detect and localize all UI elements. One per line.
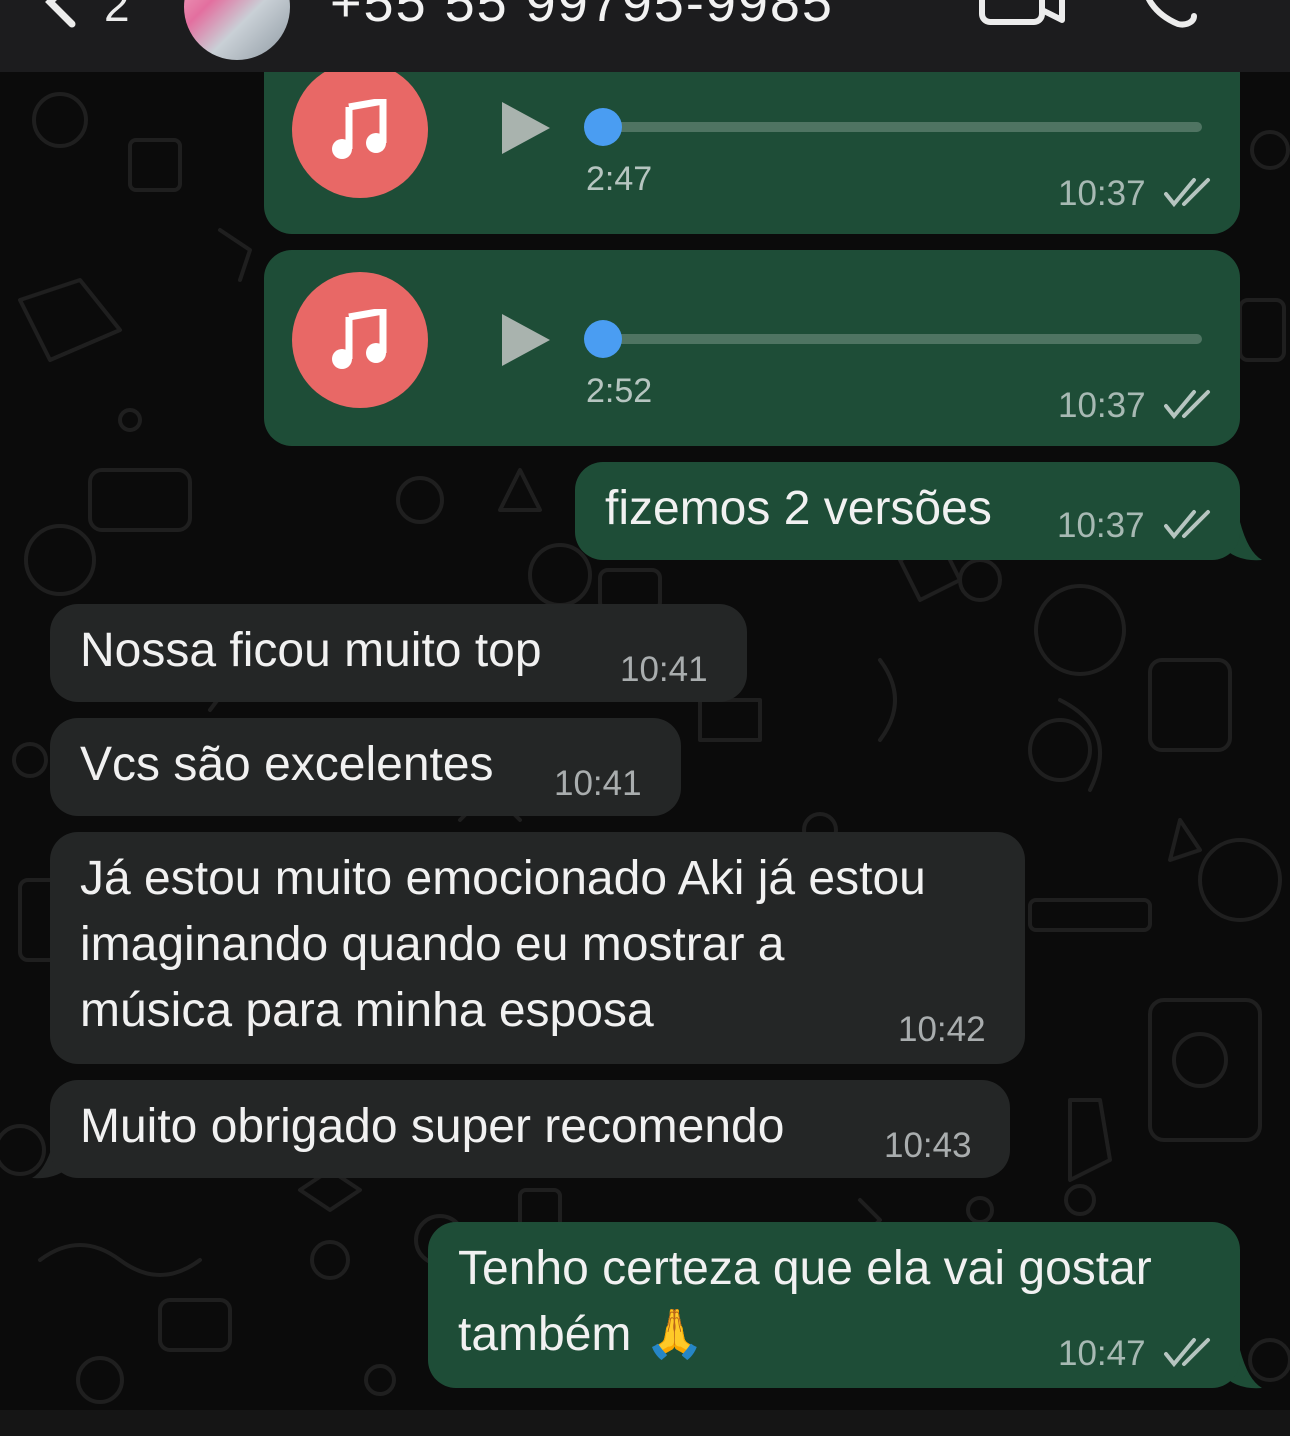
message-time: 10:42 bbox=[898, 1010, 986, 1049]
play-icon[interactable] bbox=[500, 312, 552, 368]
message-text: fizemos 2 versões bbox=[605, 482, 992, 535]
music-note-icon bbox=[292, 272, 428, 408]
message-text: Vcs são excelentes bbox=[80, 738, 494, 791]
video-call-icon[interactable] bbox=[978, 0, 1068, 32]
phone-call-icon[interactable] bbox=[1138, 0, 1200, 36]
audio-duration: 2:47 bbox=[586, 160, 653, 198]
audio-progress-track[interactable] bbox=[602, 122, 1202, 132]
audio-scrubber[interactable] bbox=[584, 320, 622, 358]
chat-header: 2 +55 55 99795-9985 bbox=[0, 0, 1290, 72]
message-time: 10:41 bbox=[554, 764, 642, 803]
text-message[interactable]: Nossa ficou muito top 10:41 bbox=[50, 604, 747, 702]
double-check-icon bbox=[1164, 390, 1210, 420]
message-time: 10:37 bbox=[1058, 386, 1146, 425]
bottom-bar bbox=[0, 1410, 1290, 1436]
message-time: 10:43 bbox=[884, 1126, 972, 1165]
double-check-icon bbox=[1164, 178, 1210, 208]
unread-count[interactable]: 2 bbox=[104, 0, 130, 32]
audio-progress-track[interactable] bbox=[602, 334, 1202, 344]
contact-number[interactable]: +55 55 99795-9985 bbox=[330, 0, 834, 34]
audio-message[interactable]: 2:52 10:37 bbox=[264, 250, 1240, 446]
message-time: 10:41 bbox=[620, 650, 708, 689]
message-time: 10:47 bbox=[1058, 1334, 1146, 1373]
play-icon[interactable] bbox=[500, 100, 552, 156]
message-time: 10:37 bbox=[1057, 506, 1145, 545]
message-time: 10:37 bbox=[1058, 174, 1146, 213]
message-text: Muito obrigado super recomendo bbox=[80, 1100, 785, 1153]
contact-avatar[interactable] bbox=[184, 0, 290, 60]
message-text: Nossa ficou muito top bbox=[80, 624, 542, 677]
audio-duration: 2:52 bbox=[586, 372, 653, 410]
text-message[interactable]: Tenho certeza que ela vai gostar também … bbox=[428, 1222, 1240, 1388]
text-message[interactable]: fizemos 2 versões 10:37 bbox=[575, 462, 1240, 560]
double-check-icon bbox=[1164, 510, 1210, 540]
text-message[interactable]: Já estou muito emocionado Aki já estou i… bbox=[50, 832, 1025, 1064]
music-note-icon bbox=[292, 62, 428, 198]
text-message[interactable]: Vcs são excelentes 10:41 bbox=[50, 718, 681, 816]
message-text: Tenho certeza que ela vai gostar também … bbox=[458, 1242, 1152, 1361]
message-text: Já estou muito emocionado Aki já estou i… bbox=[80, 852, 926, 1037]
double-check-icon bbox=[1164, 1338, 1210, 1368]
text-message[interactable]: Muito obrigado super recomendo 10:43 bbox=[50, 1080, 1010, 1178]
audio-scrubber[interactable] bbox=[584, 108, 622, 146]
back-chevron-icon[interactable] bbox=[40, 0, 80, 30]
